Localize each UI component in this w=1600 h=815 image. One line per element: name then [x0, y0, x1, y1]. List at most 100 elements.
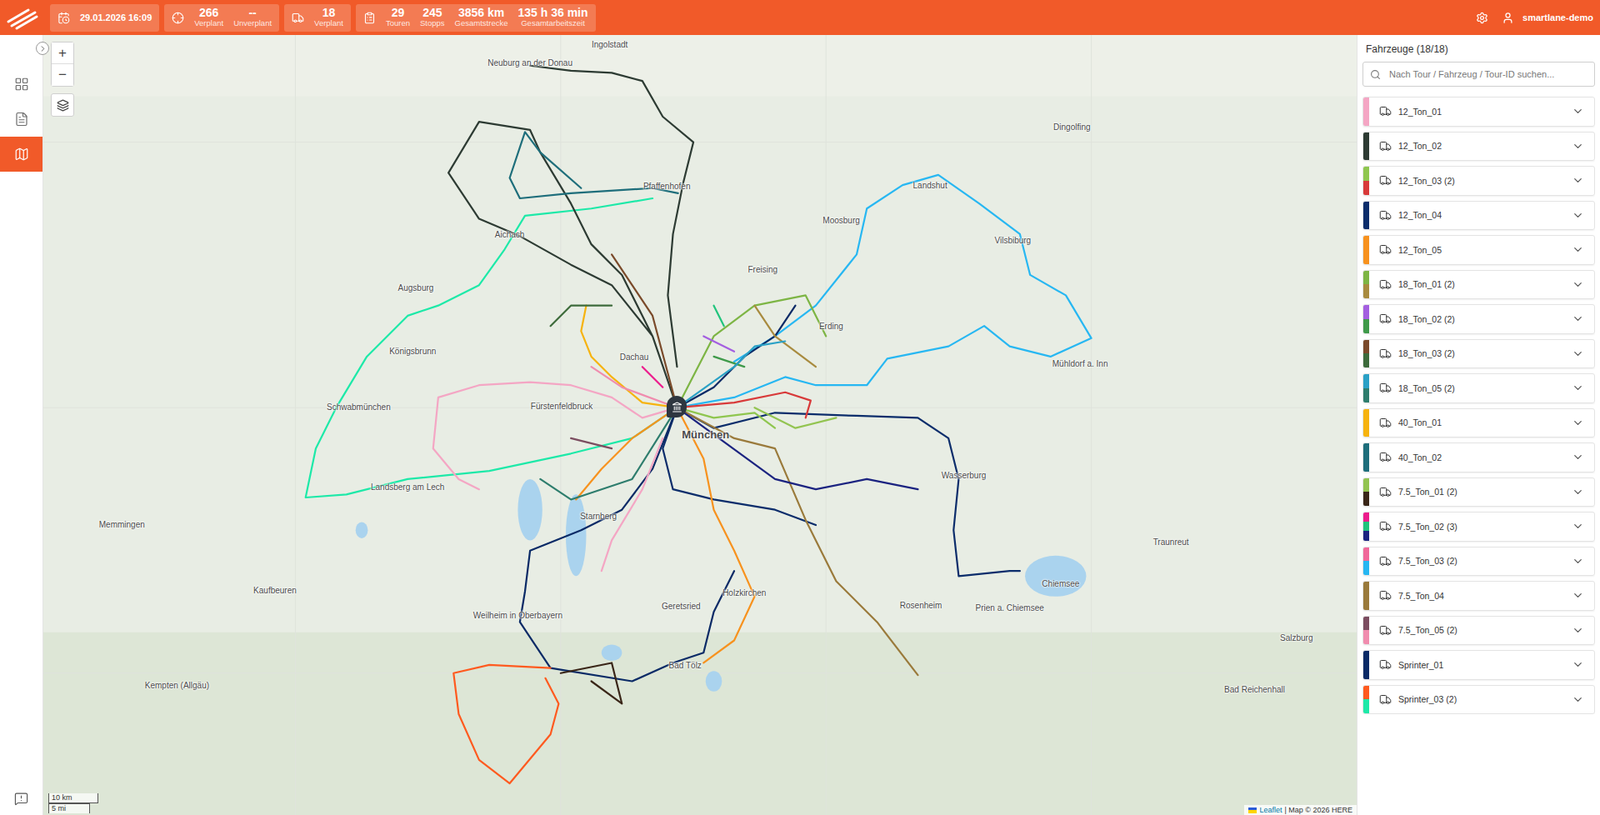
vehicle-row[interactable]: 18_Ton_03(2) — [1362, 339, 1595, 370]
expand-toggle[interactable] — [1571, 105, 1585, 118]
layers-button[interactable] — [50, 93, 75, 117]
vehicle-row[interactable]: 18_Ton_02(2) — [1362, 304, 1595, 335]
vehicle-row[interactable]: 40_Ton_01 — [1362, 408, 1595, 439]
map[interactable]: IngolstadtNeuburg an der DonauAugsburgMü… — [43, 35, 1357, 815]
stat-icon — [363, 11, 376, 25]
truck-icon — [1379, 140, 1392, 153]
vehicle-row[interactable]: 7.5_Ton_03(2) — [1362, 546, 1595, 577]
route-line[interactable] — [676, 305, 795, 409]
route-line[interactable] — [676, 407, 1020, 576]
stat: 266Verplant — [194, 6, 224, 29]
user-menu[interactable]: smartlane-demo — [1501, 11, 1594, 25]
tour-count: (2) — [1444, 348, 1455, 359]
vehicle-row[interactable]: 18_Ton_01(2) — [1362, 270, 1595, 300]
place-label: Wasserburg — [941, 470, 987, 480]
tour-count: (2) — [1446, 486, 1458, 497]
vehicle-name: 7.5_Ton_01(2) — [1398, 486, 1458, 497]
route-line[interactable] — [714, 305, 725, 327]
vehicle-row[interactable]: 12_Ton_01 — [1362, 96, 1595, 127]
stat-value: 266 — [199, 6, 219, 20]
nav-icon — [14, 76, 30, 92]
user-name: smartlane-demo — [1522, 12, 1594, 23]
expand-toggle[interactable] — [1571, 381, 1585, 395]
route-line[interactable] — [550, 305, 612, 327]
route-line[interactable] — [676, 175, 1091, 408]
vehicle-row[interactable]: 12_Ton_04 — [1362, 200, 1595, 231]
depot-marker[interactable] — [666, 395, 687, 418]
route-line[interactable] — [510, 131, 679, 199]
vehicle-color-bar — [1363, 166, 1370, 195]
route-line[interactable] — [676, 407, 755, 663]
vehicle-row[interactable]: 40_Ton_02 — [1362, 442, 1595, 473]
expand-toggle[interactable] — [1571, 209, 1585, 222]
feedback-button[interactable] — [0, 781, 43, 815]
expand-toggle[interactable] — [1571, 450, 1585, 464]
nav-item[interactable] — [0, 136, 43, 172]
route-line[interactable] — [530, 65, 694, 367]
place-label: Dachau — [620, 351, 649, 361]
lake — [355, 521, 369, 539]
route-line[interactable] — [570, 438, 612, 449]
chevron-down-icon — [1571, 416, 1585, 430]
expand-toggle[interactable] — [1571, 658, 1585, 671]
nav-item[interactable] — [0, 66, 43, 102]
expand-toggle[interactable] — [1571, 140, 1585, 153]
route-line[interactable] — [453, 665, 559, 784]
route-line[interactable] — [520, 407, 735, 681]
vehicle-row[interactable]: 12_Ton_03(2) — [1362, 165, 1595, 196]
place-label: Augsburg — [398, 282, 435, 292]
route-line[interactable] — [433, 382, 678, 490]
route-line[interactable] — [755, 407, 837, 429]
vehicle-row[interactable]: Sprinter_03(2) — [1362, 685, 1595, 715]
expand-toggle[interactable] — [1571, 555, 1585, 568]
route-line[interactable] — [676, 407, 918, 490]
route-line[interactable] — [448, 121, 677, 408]
route-line[interactable] — [676, 341, 785, 409]
expand-toggle[interactable] — [1571, 693, 1585, 706]
route-line[interactable] — [540, 407, 677, 500]
vehicle-row[interactable]: 7.5_Ton_05(2) — [1362, 615, 1595, 646]
vehicle-name: 7.5_Ton_05(2) — [1398, 625, 1458, 635]
route-line[interactable] — [676, 295, 826, 408]
expand-toggle[interactable] — [1571, 278, 1585, 291]
vehicle-row[interactable]: 12_Ton_02 — [1362, 131, 1595, 162]
expand-toggle[interactable] — [1571, 243, 1585, 256]
expand-toggle[interactable] — [1571, 174, 1585, 187]
route-line[interactable] — [601, 438, 663, 571]
truck-icon — [1379, 450, 1392, 464]
zoom-out-button[interactable]: − — [51, 64, 74, 86]
vehicle-row[interactable]: 12_Ton_05 — [1362, 235, 1595, 265]
search-field[interactable] — [1362, 61, 1595, 87]
place-label: Chiemsee — [1041, 578, 1080, 588]
expand-toggle[interactable] — [1571, 347, 1585, 360]
route-line[interactable] — [575, 407, 677, 500]
settings-gear-icon[interactable] — [1475, 11, 1489, 25]
vehicle-row[interactable]: 7.5_Ton_02(3) — [1362, 511, 1595, 542]
expand-toggle[interactable] — [1571, 589, 1585, 602]
vehicle-row[interactable]: 18_Ton_05(2) — [1362, 373, 1595, 404]
expand-toggle[interactable] — [1571, 312, 1585, 325]
expand-toggle[interactable] — [1571, 485, 1585, 499]
route-line[interactable] — [642, 366, 663, 388]
vehicle-color-bar — [1363, 616, 1370, 645]
route-line[interactable] — [676, 407, 918, 675]
vehicle-row[interactable]: 7.5_Ton_04 — [1362, 580, 1595, 611]
vehicle-color-bar — [1363, 97, 1370, 126]
vehicle-row[interactable]: 7.5_Ton_01(2) — [1362, 477, 1595, 508]
route-line[interactable] — [703, 335, 735, 351]
leaflet-link[interactable]: Leaflet — [1259, 805, 1282, 815]
collapse-toggle[interactable] — [35, 41, 50, 55]
route-line[interactable] — [560, 662, 622, 704]
search-input[interactable] — [1387, 68, 1588, 80]
vehicle-row[interactable]: Sprinter_01 — [1362, 650, 1595, 680]
route-line[interactable] — [611, 254, 677, 408]
smartlane-logo-icon[interactable] — [3, 3, 42, 32]
nav-item[interactable] — [0, 101, 43, 137]
route-line[interactable] — [591, 366, 678, 408]
expand-toggle[interactable] — [1571, 520, 1585, 533]
expand-toggle[interactable] — [1571, 416, 1585, 430]
expand-toggle[interactable] — [1571, 624, 1585, 637]
route-line[interactable] — [305, 198, 678, 498]
route-line[interactable] — [755, 305, 816, 368]
zoom-in-button[interactable]: + — [51, 42, 74, 65]
